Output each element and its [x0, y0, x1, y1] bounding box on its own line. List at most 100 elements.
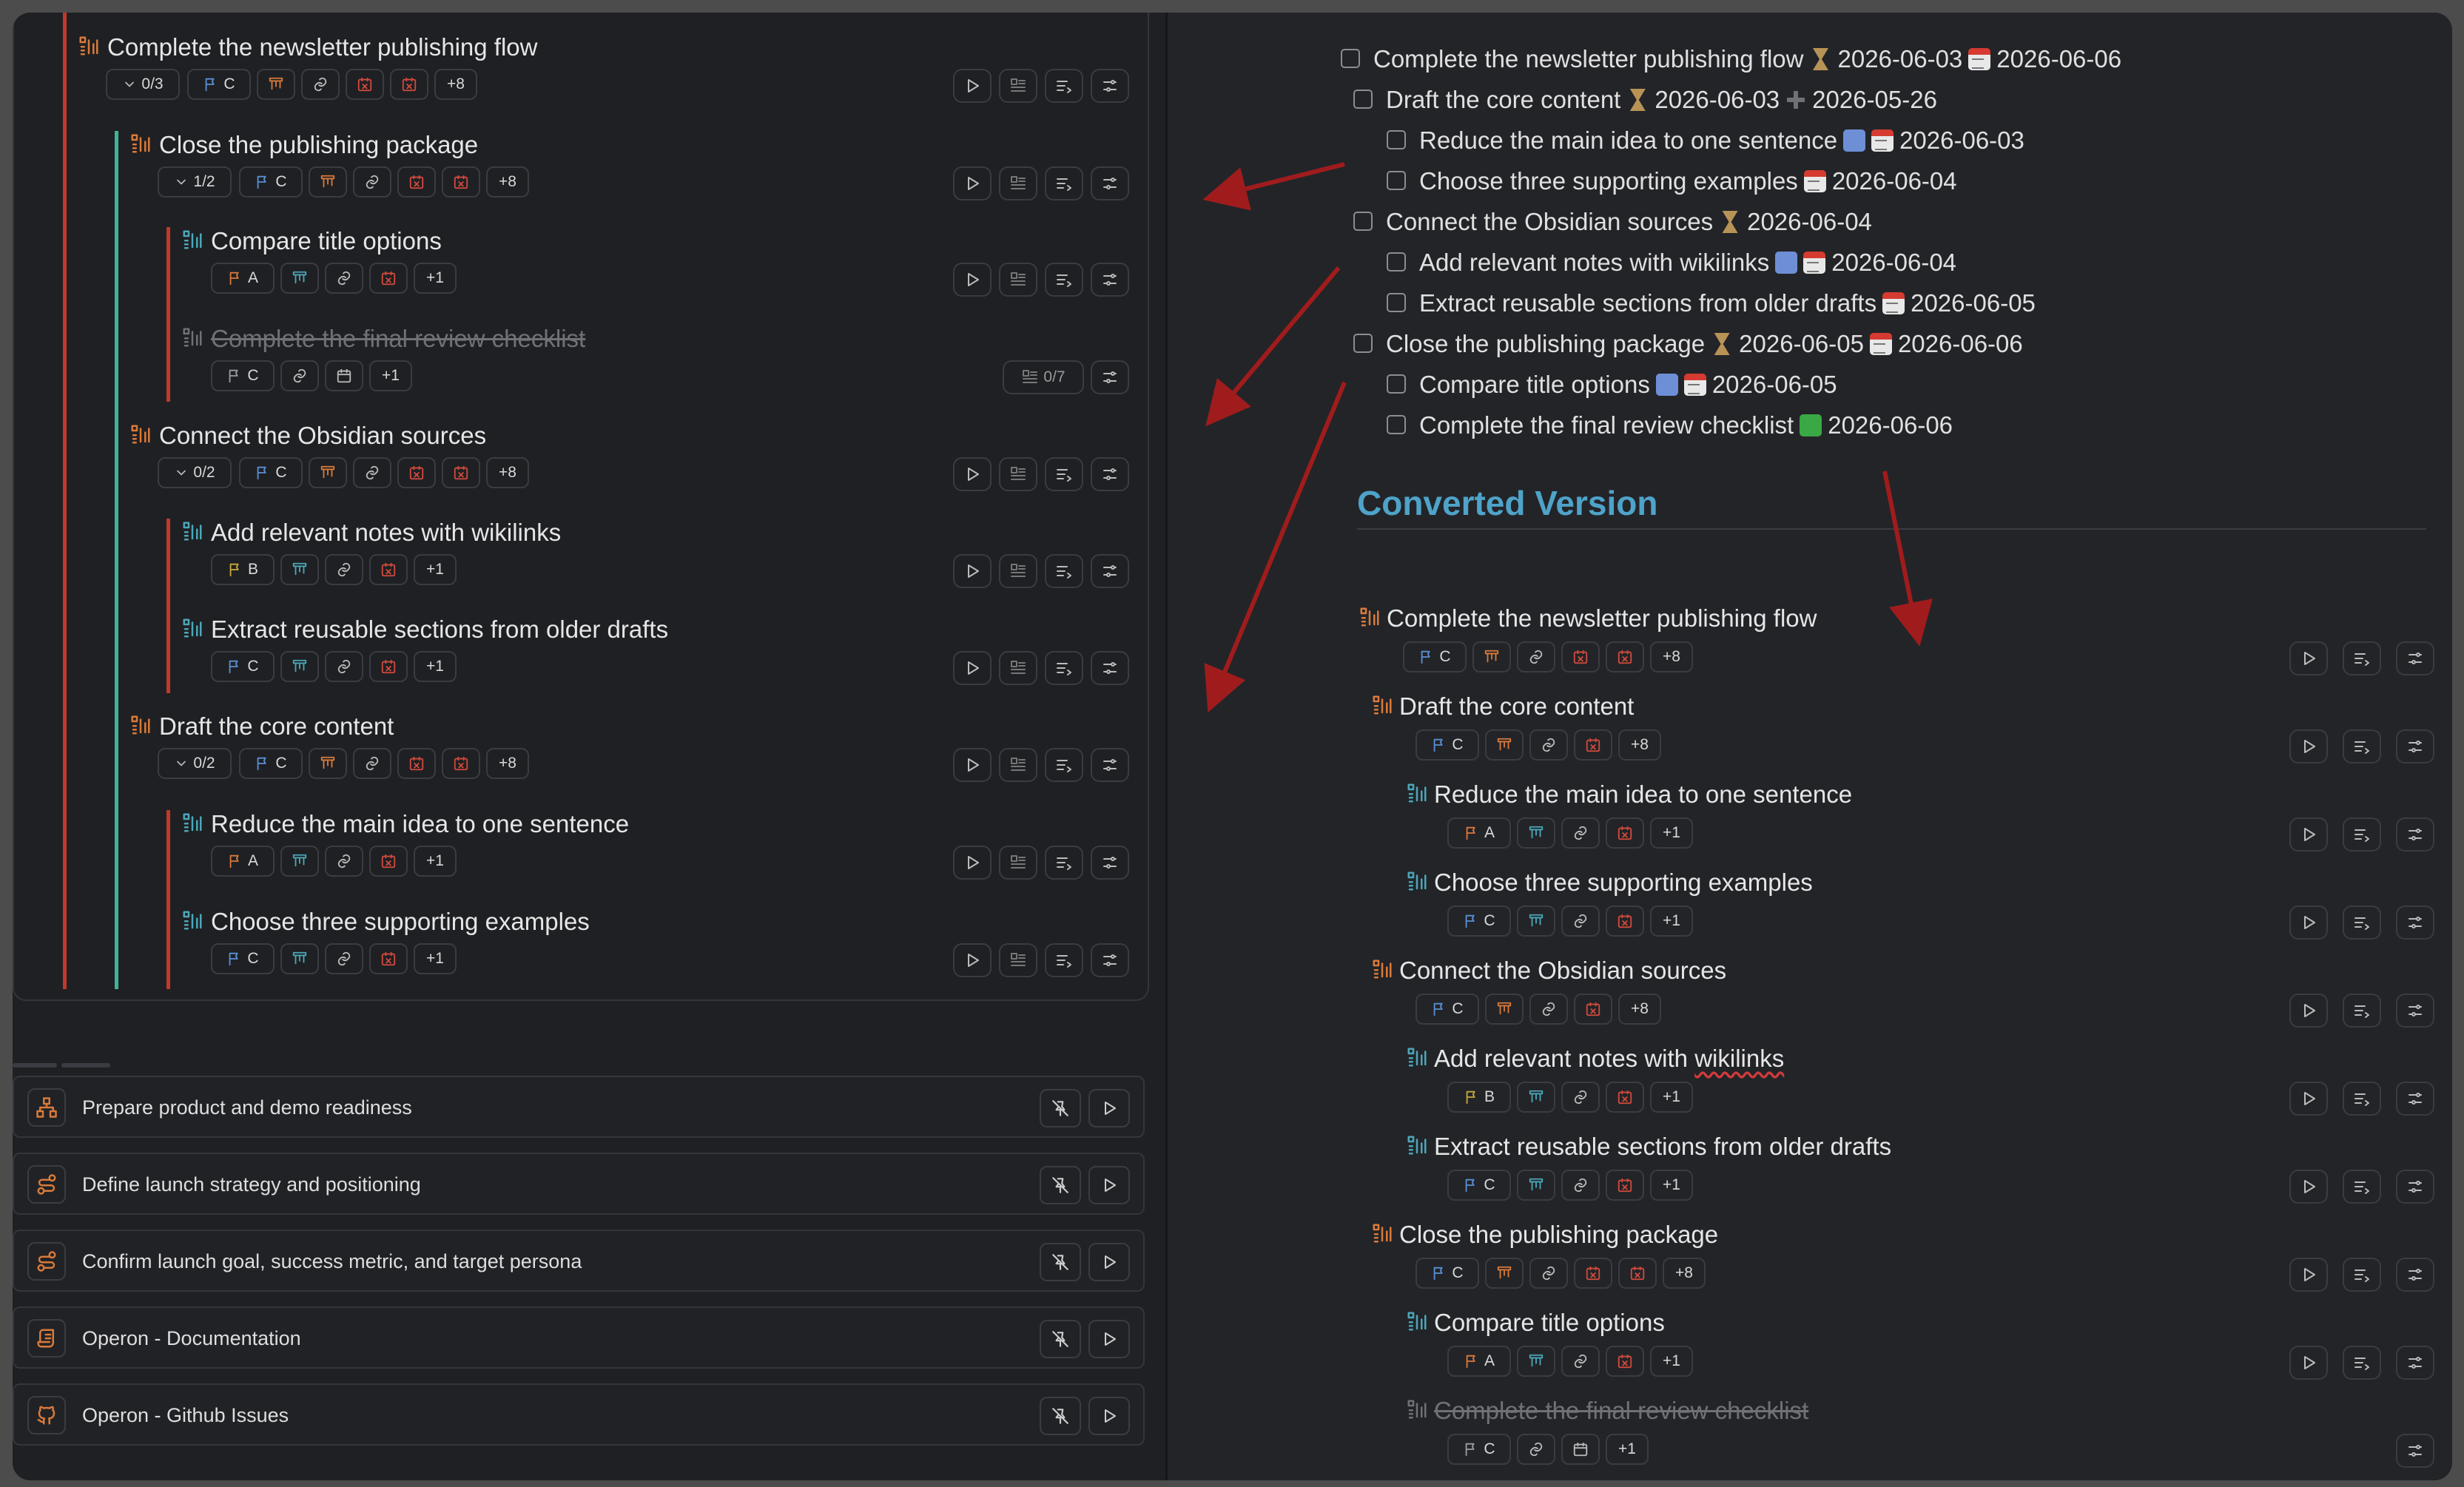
priority-badge[interactable]: C — [211, 651, 275, 682]
kanban-icon[interactable] — [280, 846, 319, 877]
more-properties-badge[interactable]: +8 — [486, 166, 529, 198]
due-date-icon[interactable] — [1606, 1346, 1644, 1377]
play-button[interactable] — [2289, 1082, 2328, 1116]
priority-badge[interactable]: C — [187, 69, 251, 100]
dependency-link-icon[interactable] — [325, 846, 363, 877]
task-title[interactable]: Choose three supporting examples — [1434, 869, 1813, 897]
kanban-icon[interactable] — [280, 651, 319, 682]
task-settings-button[interactable] — [1091, 457, 1129, 491]
play-button[interactable] — [2289, 729, 2328, 763]
add-subtask-button[interactable] — [1045, 943, 1083, 977]
play-button[interactable] — [953, 166, 992, 200]
priority-badge[interactable]: C — [211, 943, 275, 974]
more-properties-badge[interactable]: +1 — [414, 846, 457, 877]
more-properties-badge[interactable]: +8 — [1663, 1258, 1706, 1289]
subtask-progress-toggle[interactable]: 0/2 — [158, 748, 232, 779]
drag-handle-left[interactable] — [13, 1063, 57, 1068]
task-title[interactable]: Close the publishing package — [159, 131, 478, 159]
due-date-icon[interactable] — [397, 166, 436, 198]
subtasks-button[interactable] — [999, 166, 1037, 200]
add-subtask-button[interactable] — [2343, 994, 2381, 1028]
priority-badge[interactable]: C — [1447, 906, 1511, 937]
more-properties-badge[interactable]: +1 — [1650, 1170, 1693, 1201]
kanban-icon[interactable] — [1485, 994, 1524, 1025]
project-item[interactable]: Confirm launch goal, success metric, and… — [13, 1230, 1145, 1292]
calendar-icon[interactable] — [325, 360, 363, 391]
add-subtask-button[interactable] — [1045, 554, 1083, 588]
task-title[interactable]: Extract reusable sections from older dra… — [211, 616, 668, 644]
due-date-icon[interactable] — [397, 457, 436, 488]
kanban-icon[interactable] — [1485, 729, 1524, 761]
task-settings-button[interactable] — [1091, 748, 1129, 782]
start-date-icon[interactable] — [442, 457, 480, 488]
task-title[interactable]: Compare title options — [211, 227, 442, 255]
more-properties-badge[interactable]: +8 — [486, 457, 529, 488]
play-button[interactable] — [1088, 1397, 1130, 1435]
kanban-icon[interactable] — [1517, 817, 1555, 849]
task-checkbox[interactable] — [1387, 252, 1406, 272]
more-properties-badge[interactable]: +8 — [1618, 994, 1661, 1025]
task-title[interactable]: Reduce the main idea to one sentence — [1434, 780, 1852, 809]
task-checkbox[interactable] — [1387, 293, 1406, 312]
start-date-icon[interactable] — [390, 69, 428, 100]
play-button[interactable] — [953, 554, 992, 588]
task-title[interactable]: Add relevant notes with wikilinks — [211, 519, 561, 547]
more-properties-badge[interactable]: +1 — [1650, 1346, 1693, 1377]
drag-handle-right[interactable] — [61, 1063, 110, 1068]
due-date-icon[interactable] — [1561, 641, 1600, 672]
play-button[interactable] — [953, 263, 992, 297]
more-properties-badge[interactable]: +1 — [369, 360, 412, 391]
task-settings-button[interactable] — [2396, 729, 2434, 763]
play-button[interactable] — [2289, 906, 2328, 940]
more-properties-badge[interactable]: +1 — [414, 554, 457, 585]
task-settings-button[interactable] — [2396, 1434, 2434, 1468]
subtask-progress-toggle[interactable]: 1/2 — [158, 166, 232, 198]
unpin-button[interactable] — [1040, 1397, 1081, 1435]
add-subtask-button[interactable] — [1045, 69, 1083, 103]
due-date-icon[interactable] — [346, 69, 384, 100]
dependency-link-icon[interactable] — [353, 166, 391, 198]
unpin-button[interactable] — [1040, 1166, 1081, 1204]
due-date-icon[interactable] — [1606, 906, 1644, 937]
start-date-icon[interactable] — [1618, 1258, 1657, 1289]
task-settings-button[interactable] — [2396, 1082, 2434, 1116]
play-button[interactable] — [1088, 1166, 1130, 1204]
kanban-icon[interactable] — [1517, 1346, 1555, 1377]
project-item[interactable]: Operon - Documentation — [13, 1306, 1145, 1369]
task-title[interactable]: Connect the Obsidian sources — [1399, 957, 1726, 985]
subtasks-button[interactable] — [999, 651, 1037, 685]
play-button[interactable] — [953, 69, 992, 103]
task-title[interactable]: Connect the Obsidian sources — [159, 422, 486, 450]
task-title[interactable]: Add relevant notes with wikilinks — [1434, 1045, 1784, 1073]
kanban-icon[interactable] — [1517, 1170, 1555, 1201]
add-subtask-button[interactable] — [2343, 1170, 2381, 1204]
kanban-icon[interactable] — [1517, 1082, 1555, 1113]
task-settings-button[interactable] — [2396, 641, 2434, 675]
play-button[interactable] — [953, 457, 992, 491]
priority-badge[interactable]: A — [1447, 1346, 1511, 1377]
add-subtask-button[interactable] — [2343, 1258, 2381, 1292]
task-checkbox[interactable] — [1387, 415, 1406, 434]
kanban-icon[interactable] — [1485, 1258, 1524, 1289]
task-checkbox[interactable] — [1341, 49, 1360, 68]
start-date-icon[interactable] — [1606, 641, 1644, 672]
subtasks-button[interactable] — [999, 554, 1037, 588]
priority-badge[interactable]: C — [1416, 1258, 1479, 1289]
due-date-icon[interactable] — [369, 651, 408, 682]
task-title[interactable]: Close the publishing package — [1399, 1221, 1718, 1249]
project-item[interactable]: Operon - Github Issues — [13, 1383, 1145, 1446]
play-button[interactable] — [2289, 641, 2328, 675]
unpin-button[interactable] — [1040, 1320, 1081, 1358]
task-checkbox[interactable] — [1353, 212, 1373, 231]
subtasks-button[interactable] — [999, 748, 1037, 782]
add-subtask-button[interactable] — [1045, 263, 1083, 297]
dependency-link-icon[interactable] — [301, 69, 340, 100]
add-subtask-button[interactable] — [2343, 906, 2381, 940]
task-title[interactable]: Draft the core content — [1399, 692, 1634, 721]
task-settings-button[interactable] — [1091, 846, 1129, 880]
task-title[interactable]: Complete the final review checklist — [1434, 1397, 1808, 1425]
task-settings-button[interactable] — [2396, 1258, 2434, 1292]
play-button[interactable] — [2289, 817, 2328, 852]
task-settings-button[interactable] — [2396, 994, 2434, 1028]
task-checkbox[interactable] — [1353, 90, 1373, 109]
